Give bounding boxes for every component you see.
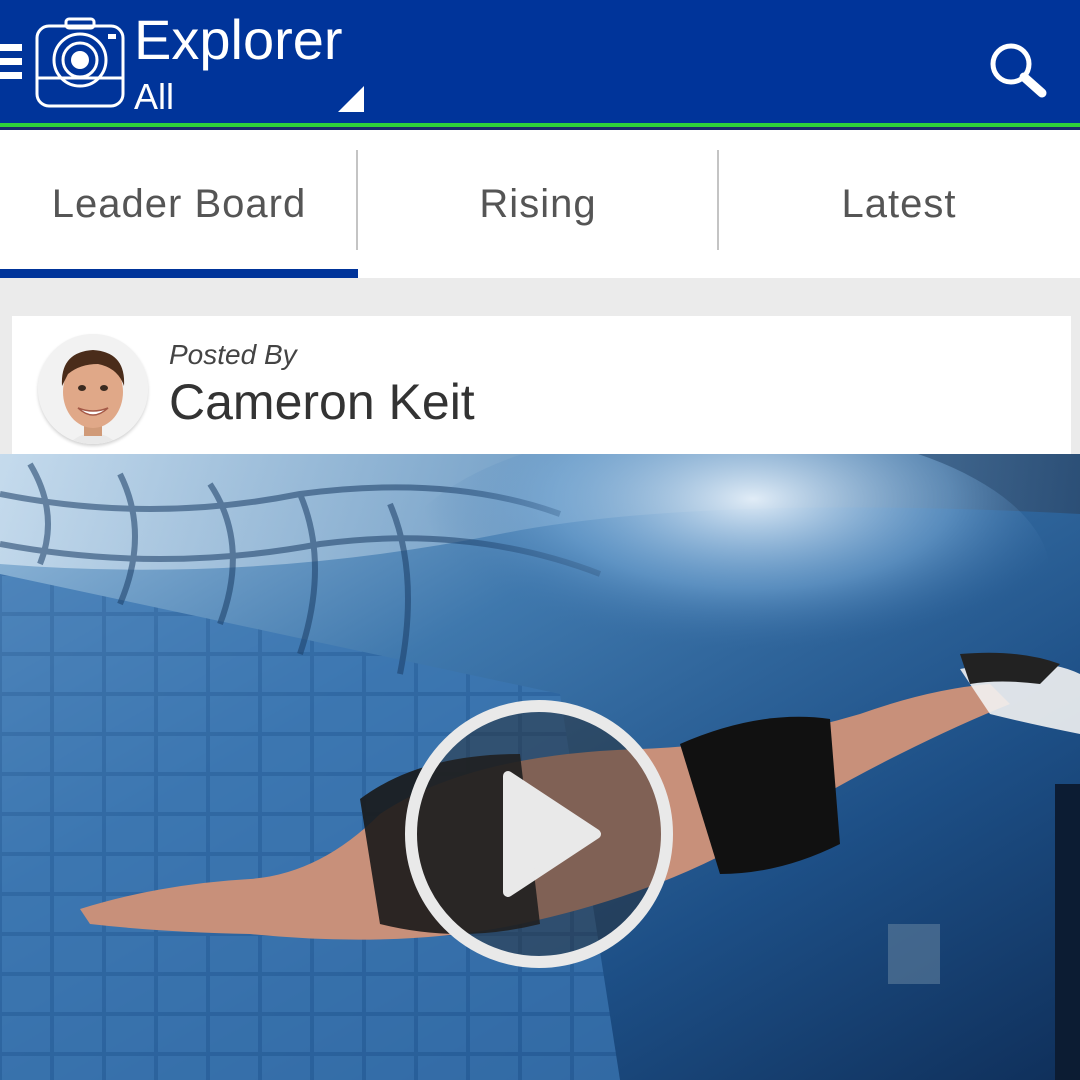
dropdown-arrow-icon (338, 86, 364, 112)
action-bar: Explorer All (0, 0, 1080, 123)
avatar[interactable] (38, 334, 148, 444)
tab-rising[interactable]: Rising (358, 130, 718, 278)
tab-latest[interactable]: Latest (718, 130, 1080, 278)
filter-dropdown[interactable]: All (134, 76, 366, 118)
posted-by-label: Posted By (169, 339, 297, 370)
camera-icon (35, 17, 125, 108)
app-title: Explorer (134, 8, 343, 71)
filter-value: All (134, 76, 175, 117)
play-icon[interactable] (400, 700, 678, 968)
explorer-screen: Explorer All Leader Board Rising Latest (0, 0, 1080, 1080)
selected-tab-indicator (0, 269, 358, 278)
tab-strip: Leader Board Rising Latest (0, 130, 1080, 278)
author-name[interactable]: Cameron Keit (169, 372, 475, 432)
search-icon[interactable] (986, 40, 1050, 100)
menu-icon[interactable] (0, 44, 24, 84)
tab-leader-board[interactable]: Leader Board (0, 130, 358, 278)
